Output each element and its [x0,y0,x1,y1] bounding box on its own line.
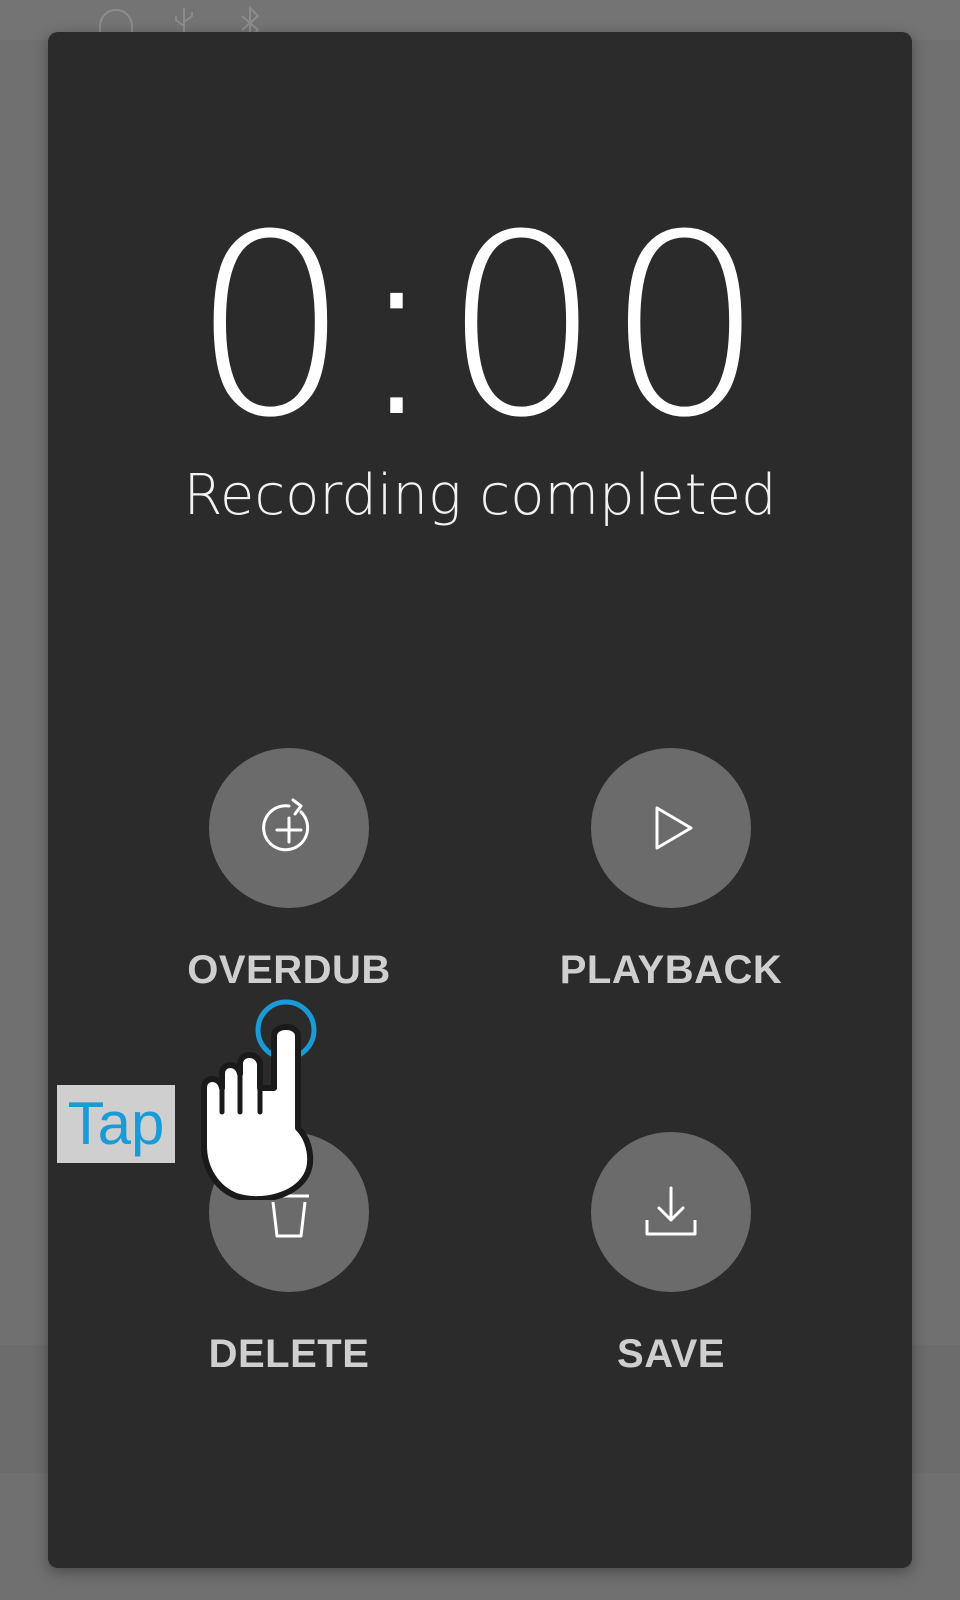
playback-button[interactable]: PLAYBACK [531,748,811,1008]
recording-dialog: 0:00 Recording completed OVERDUB PLAYBAC… [48,32,912,1568]
recording-status: Recording completed [183,463,777,528]
save-download-icon [645,1186,697,1236]
recording-timer: 0:00 [191,181,769,472]
overdub-button-circle[interactable] [209,748,369,908]
tap-hand-icon [201,999,317,1200]
overdub-icon [262,798,310,852]
playback-button-circle[interactable] [591,748,751,908]
save-button-circle[interactable] [591,1132,751,1292]
tap-gesture-label: Tap [57,1085,175,1163]
overdub-button[interactable]: OVERDUB [149,748,429,1008]
playback-label: PLAYBACK [559,948,783,992]
overdub-label: OVERDUB [187,948,391,992]
delete-label: DELETE [208,1332,370,1376]
save-label: SAVE [617,1332,725,1376]
save-button[interactable]: SAVE [531,1132,811,1392]
play-icon [655,806,693,850]
